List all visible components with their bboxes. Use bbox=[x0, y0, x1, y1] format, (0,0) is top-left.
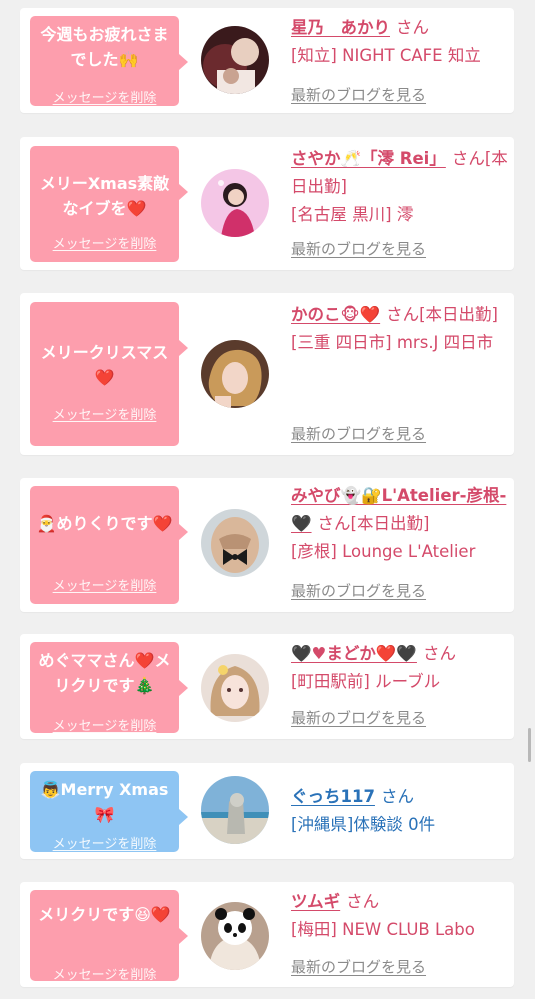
cast-info: 🖤♥まどか❤️🖤 さん [町田駅前] ルーブル bbox=[291, 640, 509, 696]
cast-info: かのこ🐵❤️ さん[本日出勤] [三重 四日市] mrs.J 四日市 bbox=[291, 301, 509, 357]
cast-name-link[interactable]: 星乃 あかり bbox=[291, 18, 390, 37]
delete-message-link[interactable]: メッセージを削除 bbox=[30, 575, 179, 594]
message-bubble: メリークリスマス❤️ メッセージを削除 bbox=[30, 302, 188, 446]
latest-blog-link[interactable]: 最新のブログを見る bbox=[291, 238, 426, 259]
latest-blog-link[interactable]: 最新のブログを見る bbox=[291, 423, 426, 444]
list-item: 今週もお疲れさまでした🙌 メッセージを削除 星乃 あかり さん [知立] NIGH… bbox=[20, 8, 514, 113]
message-text: 👼Merry Xmas🎀 bbox=[40, 780, 169, 824]
shop-detail: [町田駅前] ルーブル bbox=[291, 672, 441, 691]
latest-blog-link[interactable]: 最新のブログを見る bbox=[291, 707, 426, 728]
message-text: メリーXmas素敵なイブを❤️ bbox=[39, 174, 170, 218]
avatar[interactable] bbox=[201, 340, 269, 408]
list-item: メリーXmas素敵なイブを❤️ メッセージを削除 さやか🥂「澪 Rei」 さん[本… bbox=[20, 137, 514, 270]
cast-info: 星乃 あかり さん [知立] NIGHT CAFE 知立 bbox=[291, 14, 509, 70]
message-text: 今週もお疲れさまでした🙌 bbox=[40, 25, 169, 69]
shop-detail: [三重 四日市] mrs.J 四日市 bbox=[291, 333, 494, 352]
avatar[interactable] bbox=[201, 654, 269, 722]
shop-detail: [名古屋 黒川] 澪 bbox=[291, 205, 414, 224]
status-badge: [本日出勤] bbox=[350, 514, 430, 533]
cast-name-link[interactable]: ツムギ bbox=[291, 892, 340, 911]
shop-detail: [梅田] NEW CLUB Labo bbox=[291, 920, 475, 939]
message-bubble: 今週もお疲れさまでした🙌 メッセージを削除 bbox=[30, 16, 188, 106]
avatar[interactable] bbox=[201, 169, 269, 237]
honorific: さん bbox=[346, 892, 380, 911]
list-item: 🎅めりくりです❤️ メッセージを削除 みやび👻🔐L'Atelier-彦根-🖤 さん… bbox=[20, 478, 514, 612]
cast-name-link[interactable]: かのこ🐵❤️ bbox=[291, 305, 380, 324]
list-item: メリークリスマス❤️ メッセージを削除 かのこ🐵❤️ さん[本日出勤] [三重 四… bbox=[20, 293, 514, 455]
avatar[interactable] bbox=[201, 902, 269, 970]
honorific: さん bbox=[422, 644, 456, 663]
scrollbar-thumb[interactable] bbox=[528, 728, 531, 762]
delete-message-link[interactable]: メッセージを削除 bbox=[30, 404, 179, 423]
status-badge: [本日出勤] bbox=[419, 305, 498, 324]
honorific: さん bbox=[451, 149, 485, 168]
shop-detail: [彦根] Lounge L'Atelier bbox=[291, 542, 476, 561]
favorite-list: 今週もお疲れさまでした🙌 メッセージを削除 星乃 あかり さん [知立] NIGH… bbox=[0, 0, 535, 999]
cast-info: ぐっち117 さん [沖縄県]体験談 0件 bbox=[291, 783, 509, 839]
reviewer-detail: [沖縄県]体験談 0件 bbox=[291, 815, 436, 834]
honorific: さん bbox=[317, 514, 351, 533]
message-bubble: メリクリです😆❤️ メッセージを削除 bbox=[30, 890, 188, 983]
message-text: メリークリスマス❤️ bbox=[40, 343, 169, 387]
list-item: 👼Merry Xmas🎀 メッセージを削除 ぐっち117 さん [沖縄県]体験談 … bbox=[20, 763, 514, 859]
avatar[interactable] bbox=[201, 776, 269, 844]
avatar[interactable] bbox=[201, 509, 269, 577]
avatar[interactable] bbox=[201, 26, 269, 94]
honorific: さん bbox=[386, 305, 420, 324]
message-bubble: めぐママさん❤️メリクリです🎄 メッセージを削除 bbox=[30, 642, 188, 734]
message-text: 🎅めりくりです❤️ bbox=[36, 514, 173, 533]
list-item: メリクリです😆❤️ メッセージを削除 ツムギ さん [梅田] NEW CLUB L… bbox=[20, 882, 514, 987]
message-text: めぐママさん❤️メリクリです🎄 bbox=[38, 651, 171, 695]
honorific: さん bbox=[396, 18, 429, 37]
delete-message-link[interactable]: メッセージを削除 bbox=[30, 233, 179, 252]
cast-info: さやか🥂「澪 Rei」 さん[本日出勤] [名古屋 黒川] 澪 bbox=[291, 145, 509, 229]
message-bubble: メリーXmas素敵なイブを❤️ メッセージを削除 bbox=[30, 146, 188, 262]
message-text: メリクリです😆❤️ bbox=[38, 905, 171, 924]
cast-info: みやび👻🔐L'Atelier-彦根-🖤 さん[本日出勤] [彦根] Lounge … bbox=[291, 482, 509, 566]
delete-message-link[interactable]: メッセージを削除 bbox=[30, 833, 179, 852]
delete-message-link[interactable]: メッセージを削除 bbox=[30, 715, 179, 734]
message-bubble: 🎅めりくりです❤️ メッセージを削除 bbox=[30, 486, 188, 604]
cast-name-link[interactable]: さやか🥂「澪 Rei」 bbox=[291, 149, 446, 168]
message-bubble: 👼Merry Xmas🎀 メッセージを削除 bbox=[30, 771, 188, 852]
latest-blog-link[interactable]: 最新のブログを見る bbox=[291, 580, 426, 601]
latest-blog-link[interactable]: 最新のブログを見る bbox=[291, 956, 426, 977]
cast-info: ツムギ さん [梅田] NEW CLUB Labo bbox=[291, 888, 509, 944]
cast-name-link[interactable]: ぐっち117 bbox=[291, 787, 375, 806]
cast-name-link[interactable]: 🖤♥まどか❤️🖤 bbox=[291, 644, 417, 663]
delete-message-link[interactable]: メッセージを削除 bbox=[30, 964, 179, 983]
delete-message-link[interactable]: メッセージを削除 bbox=[30, 87, 179, 106]
honorific: さん bbox=[380, 787, 414, 806]
shop-detail: [知立] NIGHT CAFE 知立 bbox=[291, 46, 481, 65]
list-item: めぐママさん❤️メリクリです🎄 メッセージを削除 🖤♥まどか❤️🖤 さん [町田駅… bbox=[20, 634, 514, 739]
latest-blog-link[interactable]: 最新のブログを見る bbox=[291, 84, 426, 105]
